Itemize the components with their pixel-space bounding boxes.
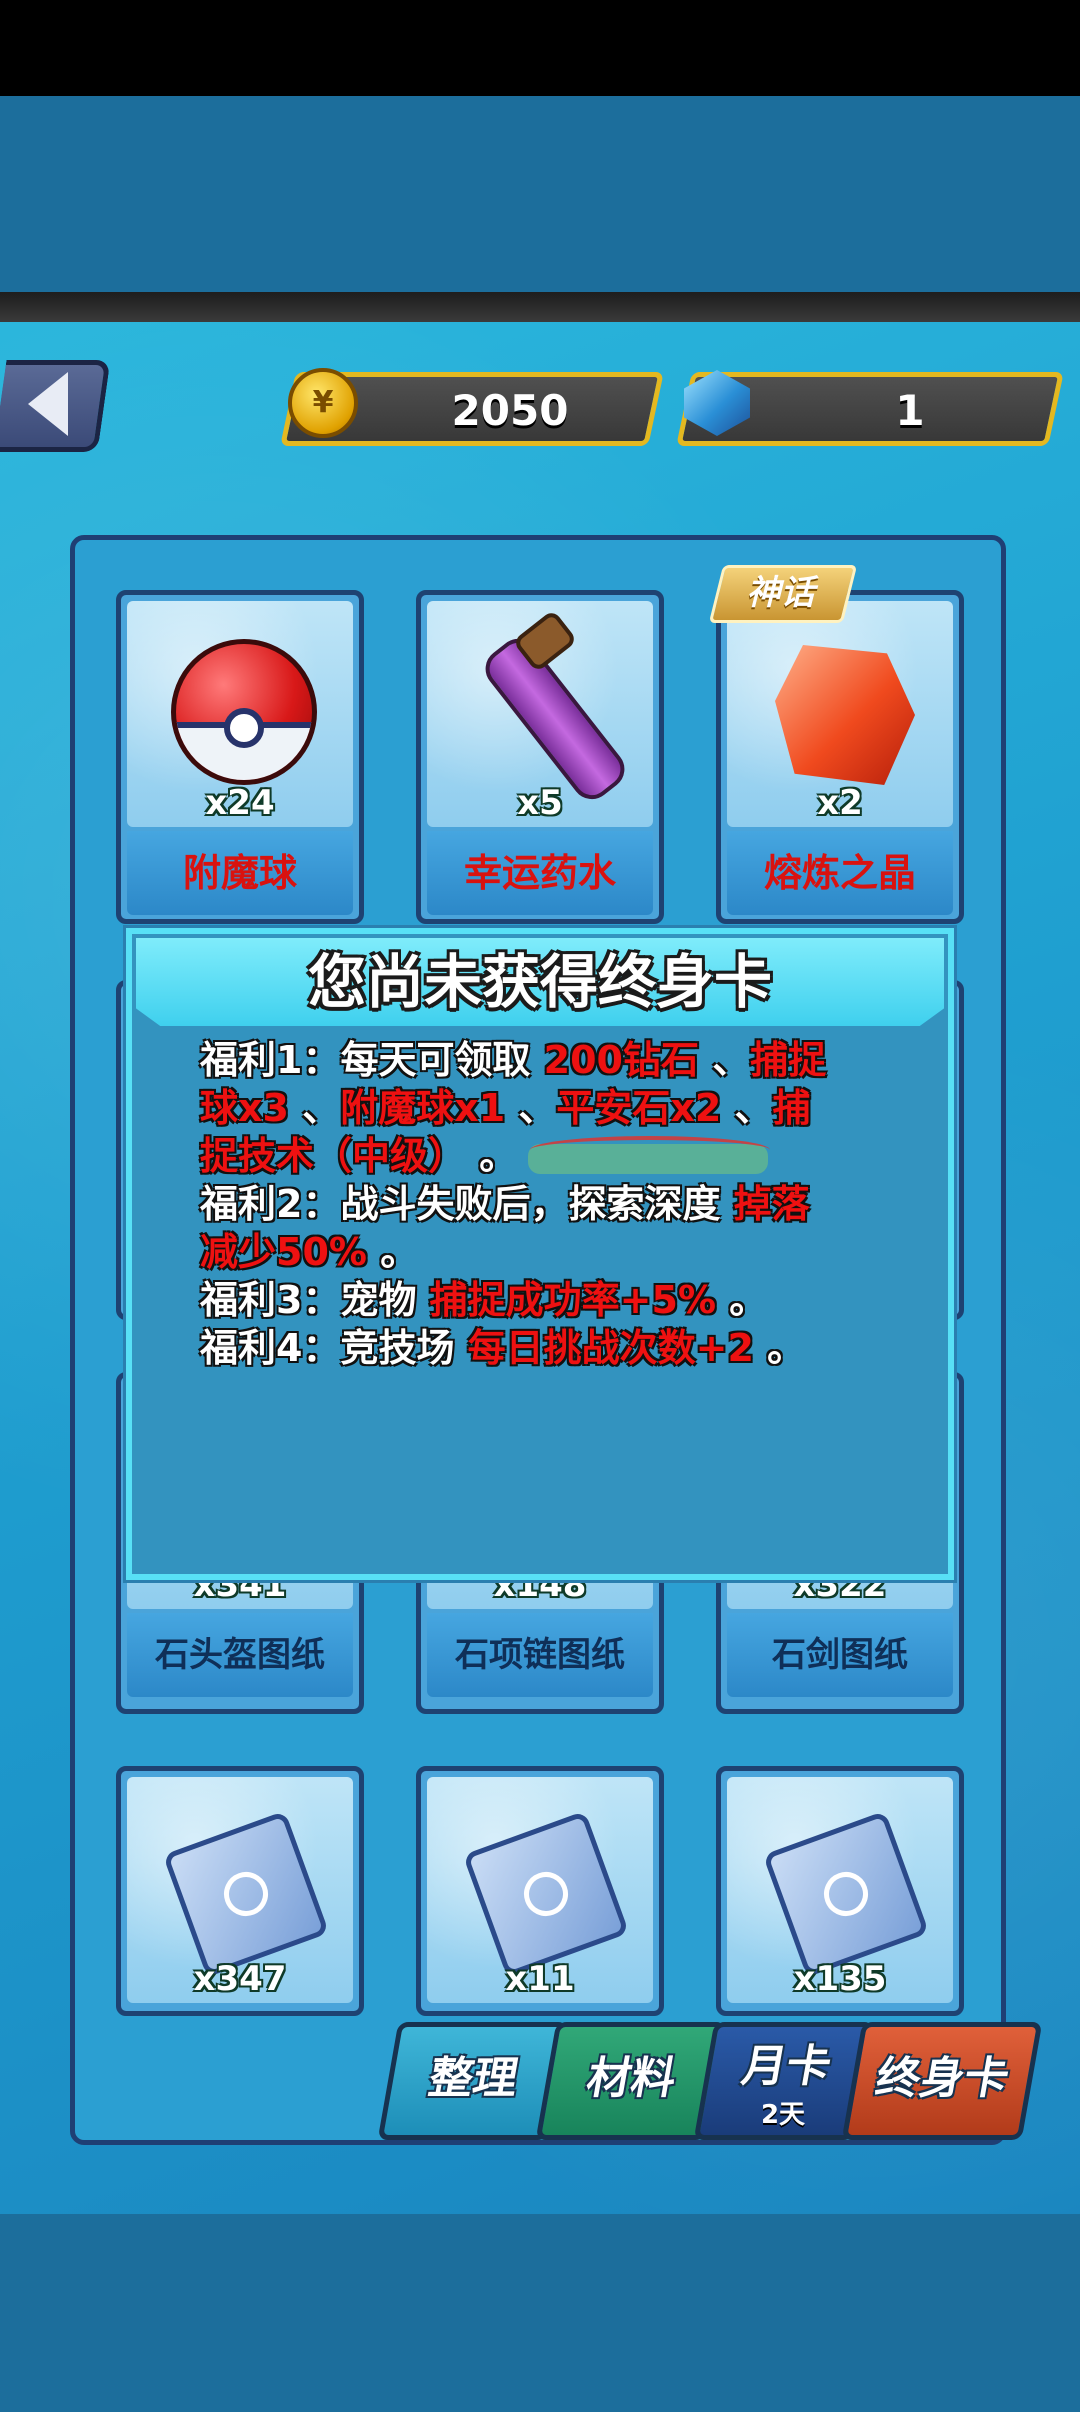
blueprint-icon	[162, 1810, 330, 1978]
benefits-list: 福利1：每天可领取 200钻石 、捕捉 球x3 、附魔球x1 、平安石x2 、捕捉…	[200, 1036, 890, 1372]
item-card-smelt-crystal[interactable]: x2 熔炼之晶	[716, 590, 964, 924]
tab-lifetime-card[interactable]: 终身卡	[841, 2022, 1043, 2140]
item-card-luck-potion[interactable]: x5 幸运药水	[416, 590, 664, 924]
back-arrow-icon	[28, 372, 68, 436]
dialog-title: 您尚未获得终身卡	[307, 948, 772, 1016]
benefit-2: 福利2：战斗失败后，探索深度 掉落 减少50% 。	[200, 1182, 810, 1274]
item-count: x135	[793, 1959, 887, 1999]
item-count: x2	[817, 783, 863, 823]
item-name: 石剑图纸	[727, 1613, 953, 1697]
bottom-band	[0, 2214, 1080, 2412]
mythic-tag: 神话	[708, 565, 858, 623]
gem-value: 1	[895, 386, 925, 435]
item-card-blueprint[interactable]: x11	[416, 1766, 664, 2016]
benefit-1: 福利1：每天可领取 200钻石 、捕捉 球x3 、附魔球x1 、平安石x2 、捕捉…	[200, 1038, 827, 1178]
coin-value: 2050	[451, 386, 569, 435]
top-stripe	[0, 292, 1080, 322]
top-band	[0, 96, 1080, 296]
item-count: x347	[193, 1959, 287, 1999]
item-name: 石头盔图纸	[127, 1613, 353, 1697]
crystal-icon	[775, 645, 915, 785]
status-bar	[0, 0, 1080, 96]
coin-icon: ¥	[288, 368, 358, 438]
item-count: x5	[517, 783, 563, 823]
item-count: x11	[505, 1959, 575, 1999]
item-name: 石项链图纸	[427, 1613, 653, 1697]
item-name: 附魔球	[127, 831, 353, 915]
item-count: x24	[205, 783, 275, 823]
benefit-4: 福利4：竞技场 每日挑战次数+2 。	[200, 1326, 806, 1370]
benefit-3: 福利3：宠物 捕捉成功率+5% 。	[200, 1278, 768, 1322]
item-card-blueprint[interactable]: x135	[716, 1766, 964, 2016]
item-name: 熔炼之晶	[727, 831, 953, 915]
item-card-enchant-ball[interactable]: x24 附魔球	[116, 590, 364, 924]
blueprint-icon	[762, 1810, 930, 1978]
item-name: 幸运药水	[427, 831, 653, 915]
monthly-card-days: 2天	[760, 2100, 806, 2130]
pokeball-icon	[171, 639, 317, 785]
blueprint-icon	[462, 1810, 630, 1978]
item-card-blueprint[interactable]: x347	[116, 1766, 364, 2016]
